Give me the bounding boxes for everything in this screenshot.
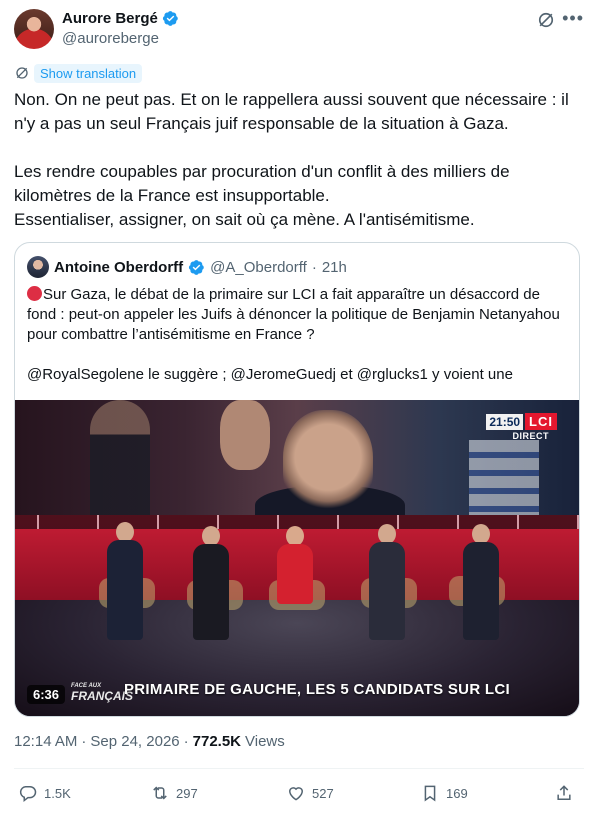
show-translation-label[interactable]: Show translation	[34, 63, 143, 83]
quoted-tweet[interactable]: Antoine Oberdorff @A_Oberdorff · 21h Sur…	[14, 242, 580, 717]
views-count: 772.5K	[192, 733, 242, 750]
grok-icon[interactable]	[536, 10, 556, 30]
video-duration: 6:36	[27, 685, 66, 704]
candidate-5	[463, 524, 499, 642]
tweet-time[interactable]: 12:14 AM	[14, 733, 77, 750]
quoted-separator: ·	[311, 258, 317, 276]
action-bar: 1.5K 297 527 169	[14, 783, 584, 805]
reply-icon	[19, 786, 37, 803]
channel-badge: 21:50 LCI	[486, 413, 557, 430]
views-label: Views	[245, 733, 285, 750]
meta-separator: ·	[81, 733, 87, 750]
verified-badge-icon	[189, 259, 204, 275]
author-handle[interactable]: @auroreberge	[62, 30, 159, 47]
tweet-text: Non. On ne peut pas. Et on le rappellera…	[14, 90, 569, 229]
repost-count: 297	[176, 785, 198, 801]
author-name[interactable]: Aurore Bergé	[62, 10, 158, 27]
video-raised-hand	[220, 400, 270, 470]
tweet-meta: 12:14 AM · Sep 24, 2026 · 772.5K Views	[14, 733, 285, 750]
video-player[interactable]: 21:50 LCI DIRECT FACE AUX FRANÇAIS PRIMA…	[15, 400, 579, 716]
meta-separator: ·	[183, 733, 189, 750]
more-icon[interactable]: •••	[562, 8, 584, 29]
reply-button[interactable]: 1.5K	[18, 783, 71, 803]
quoted-paragraph-1: Sur Gaza, le débat de la primaire sur LC…	[27, 285, 567, 345]
like-count: 527	[312, 785, 334, 801]
quoted-author-name[interactable]: Antoine Oberdorff	[54, 259, 183, 276]
repost-button[interactable]: 297	[150, 783, 198, 803]
broadcast-clock: 21:50	[486, 413, 524, 430]
reply-count: 1.5K	[44, 785, 71, 801]
quoted-author-handle[interactable]: @A_Oberdorff	[210, 259, 307, 276]
candidate-2	[193, 526, 229, 644]
author-avatar[interactable]	[14, 9, 54, 49]
repost-icon	[153, 786, 167, 800]
show-translation[interactable]: Show translation	[14, 63, 143, 83]
quoted-tweet-text: Sur Gaza, le débat de la primaire sur LC…	[27, 285, 567, 385]
video-figure-left	[90, 400, 150, 515]
tweet-date[interactable]: Sep 24, 2026	[90, 733, 179, 750]
share-button[interactable]	[554, 783, 574, 803]
quoted-paragraph-2: @RoyalSegolene le suggère ; @JeromeGuedj…	[27, 366, 513, 383]
bookmark-button[interactable]: 169	[420, 783, 468, 803]
author-name-row: Aurore Bergé	[62, 10, 179, 27]
video-caption: PRIMAIRE DE GAUCHE, LES 5 CANDIDATS SUR …	[124, 681, 510, 698]
bookmark-count: 169	[446, 785, 468, 801]
quoted-tweet-header: Antoine Oberdorff @A_Oberdorff · 21h	[27, 256, 347, 278]
candidate-4	[369, 524, 405, 642]
like-button[interactable]: 527	[286, 783, 334, 803]
quoted-paragraph-1-text: Sur Gaza, le débat de la primaire sur LC…	[27, 286, 560, 343]
red-circle-icon	[27, 286, 42, 301]
bookmark-icon	[424, 785, 436, 802]
share-icon	[557, 785, 571, 800]
video-face	[283, 410, 373, 515]
divider	[14, 768, 584, 769]
channel-logo: LCI	[525, 413, 557, 430]
candidate-3	[277, 526, 313, 636]
video-flag	[469, 440, 539, 515]
globe-icon	[16, 67, 28, 79]
candidate-1	[107, 522, 143, 642]
live-label: DIRECT	[512, 431, 549, 441]
like-icon	[288, 787, 304, 801]
quoted-author-avatar[interactable]	[27, 256, 49, 278]
tweet-header: Aurore Bergé @auroreberge •••	[14, 7, 584, 51]
quoted-timestamp[interactable]: 21h	[322, 259, 347, 276]
verified-badge-icon	[162, 11, 178, 26]
